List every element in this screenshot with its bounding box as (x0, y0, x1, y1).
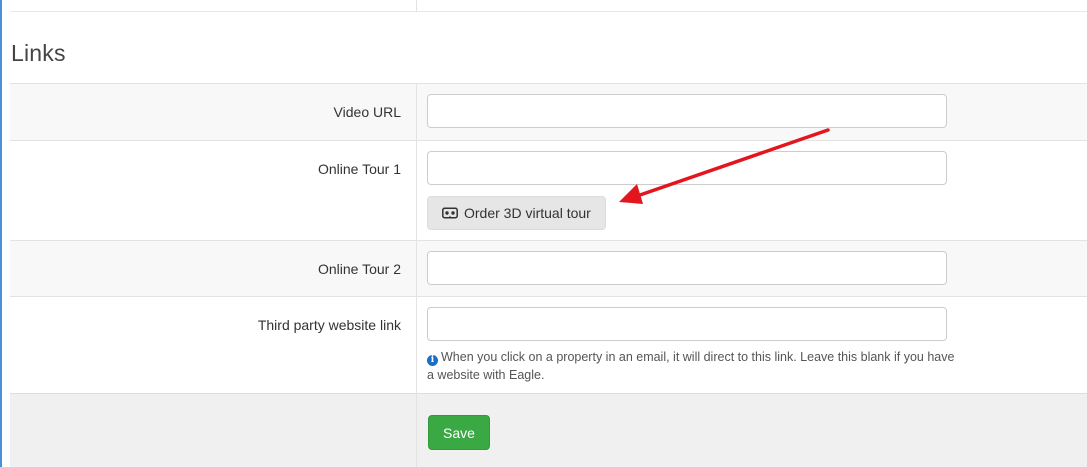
online-tour-1-row: Online Tour 1 Order 3D virtual tour (10, 141, 1087, 241)
info-icon: i (427, 355, 438, 366)
online-tour-1-label: Online Tour 1 (10, 141, 417, 240)
third-party-link-help-text: When you click on a property in an email… (427, 350, 955, 382)
order-3d-virtual-tour-button[interactable]: Order 3D virtual tour (427, 196, 606, 230)
column-divider (416, 0, 417, 12)
order-3d-virtual-tour-label: Order 3D virtual tour (464, 205, 591, 221)
online-tour-1-input[interactable] (427, 151, 947, 185)
third-party-link-row: Third party website link i When you click… (10, 297, 1087, 395)
third-party-link-label: Third party website link (10, 297, 417, 395)
video-url-input[interactable] (427, 94, 947, 128)
video-url-field-cell (417, 84, 1087, 140)
online-tour-2-input[interactable] (427, 251, 947, 285)
online-tour-2-label: Online Tour 2 (10, 241, 417, 296)
vr-headset-icon (442, 207, 458, 219)
third-party-link-field-cell: i When you click on a property in an emai… (417, 297, 1087, 395)
links-form: Video URL Online Tour 1 Order 3D virtual… (10, 83, 1087, 395)
video-url-label: Video URL (10, 84, 417, 140)
online-tour-2-field-cell (417, 241, 1087, 296)
section-title: Links (11, 40, 66, 66)
third-party-link-help: i When you click on a property in an emai… (427, 348, 957, 384)
save-button[interactable]: Save (428, 415, 490, 450)
video-url-row: Video URL (10, 84, 1087, 141)
form-footer: Save (10, 393, 1087, 467)
online-tour-2-row: Online Tour 2 (10, 241, 1087, 297)
online-tour-1-field-cell: Order 3D virtual tour (417, 141, 1087, 240)
left-edge-rule (0, 0, 2, 467)
third-party-link-input[interactable] (427, 307, 947, 341)
column-divider (416, 394, 417, 467)
previous-row-remnant (10, 0, 1087, 12)
